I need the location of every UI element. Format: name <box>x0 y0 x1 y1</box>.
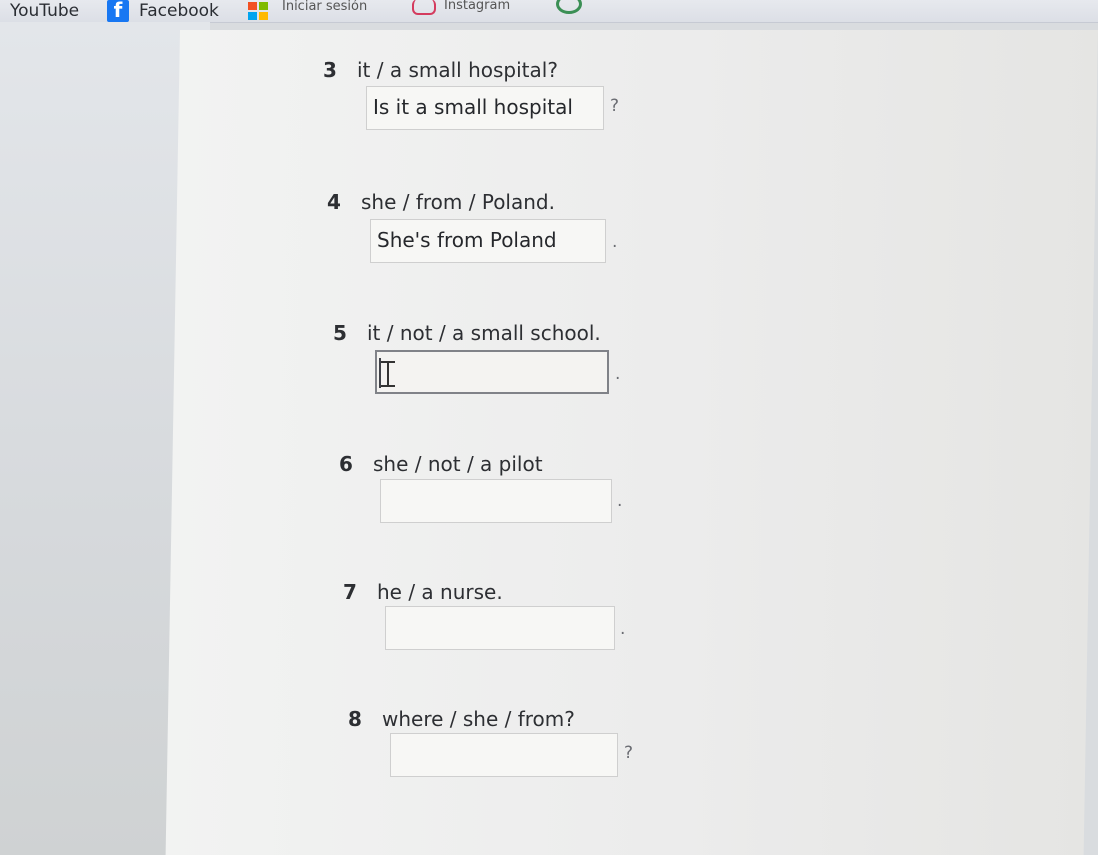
question-6: 6 she / not / a pilot <box>339 452 543 476</box>
question-prompt: where / she / from? <box>382 707 575 731</box>
question-prompt: he / a nurse. <box>377 580 503 604</box>
question-number: 3 <box>323 58 337 82</box>
question-end-mark: ? <box>624 743 634 763</box>
bookmark-label: Iniciar sesión <box>282 0 368 14</box>
microsoft-icon <box>248 2 268 20</box>
bookmark-youtube[interactable]: YouTube <box>10 0 79 22</box>
answer-input-4[interactable]: She's from Poland <box>370 219 606 263</box>
bookmarks-bar: YouTube f Facebook Iniciar sesión Instag… <box>0 0 1098 23</box>
bookmark-icon[interactable] <box>556 0 582 14</box>
answer-input-7[interactable] <box>385 606 615 650</box>
question-5: 5 it / not / a small school. <box>333 321 601 345</box>
question-3: 3 it / a small hospital? <box>323 58 558 82</box>
answer-text: Is it a small hospital <box>373 95 573 119</box>
answer-input-6[interactable] <box>380 479 612 523</box>
instagram-icon <box>412 0 436 15</box>
answer-text: She's from Poland <box>377 228 557 252</box>
question-end-mark: . <box>615 364 621 384</box>
question-prompt: she / not / a pilot <box>373 452 543 476</box>
question-prompt: it / a small hospital? <box>357 58 558 82</box>
bookmark-label: Instagram <box>444 0 511 13</box>
question-prompt: it / not / a small school. <box>367 321 601 345</box>
question-end-mark: . <box>612 232 618 252</box>
facebook-icon: f <box>107 0 129 22</box>
exercise-page: 3 it / a small hospital? Is it a small ho… <box>165 30 1098 855</box>
question-end-mark: . <box>617 491 623 511</box>
bookmark-label: YouTube <box>10 1 80 21</box>
question-4: 4 she / from / Poland. <box>327 190 555 214</box>
question-number: 8 <box>348 707 362 731</box>
question-end-mark: . <box>620 619 626 639</box>
bookmark-instagram[interactable]: Instagram <box>412 0 510 22</box>
question-number: 4 <box>327 190 341 214</box>
bookmark-label: Facebook <box>139 1 219 21</box>
bookmark-facebook[interactable]: f Facebook <box>107 0 219 22</box>
question-number: 7 <box>343 580 357 604</box>
text-cursor-icon <box>381 361 395 387</box>
question-prompt: she / from / Poland. <box>361 190 555 214</box>
question-number: 5 <box>333 321 347 345</box>
bookmark-iniciar-sesion[interactable]: Iniciar sesión <box>248 0 367 22</box>
question-8: 8 where / she / from? <box>348 707 575 731</box>
answer-input-5[interactable] <box>375 350 609 394</box>
question-end-mark: ? <box>610 96 620 116</box>
answer-input-8[interactable] <box>390 733 618 777</box>
question-7: 7 he / a nurse. <box>343 580 503 604</box>
question-number: 6 <box>339 452 353 476</box>
answer-input-3[interactable]: Is it a small hospital <box>366 86 604 130</box>
